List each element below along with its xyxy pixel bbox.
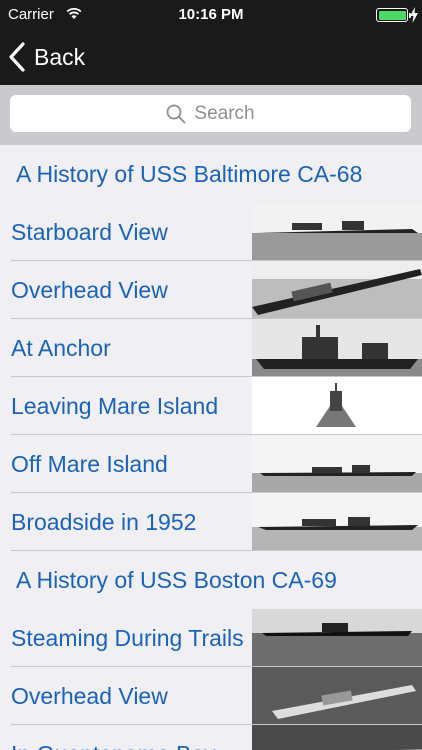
back-label: Back: [34, 43, 86, 70]
battery-level: [378, 10, 406, 20]
list-item[interactable]: Overhead View: [0, 261, 422, 319]
row-label: Starboard View: [11, 219, 168, 245]
ship-thumbnail: [252, 667, 422, 725]
chevron-left-icon: [9, 42, 25, 72]
back-button[interactable]: Back: [8, 38, 85, 76]
ship-thumbnail: [252, 377, 422, 435]
section-header-baltimore: A History of USS Baltimore CA-68: [0, 145, 422, 203]
status-bar: Carrier 10:16 PM: [0, 0, 422, 30]
row-label: Overhead View: [11, 683, 168, 709]
list-item[interactable]: Broadside in 1952: [0, 493, 422, 551]
list-item[interactable]: Off Mare Island: [0, 435, 422, 493]
battery-icon: [376, 8, 411, 22]
charging-bolt-icon: [410, 7, 418, 23]
clock: 10:16 PM: [178, 6, 244, 23]
ship-thumbnail: [252, 725, 422, 750]
row-label: At Anchor: [11, 335, 111, 361]
row-label: Steaming During Trails: [11, 625, 244, 651]
ship-thumbnail: [252, 203, 422, 261]
ship-thumbnail: [252, 493, 422, 551]
list-item[interactable]: In Guantanamo Bay: [0, 725, 422, 750]
ship-thumbnail: [252, 261, 422, 319]
ship-thumbnail: [252, 319, 422, 377]
row-label: In Guantanamo Bay: [11, 725, 216, 750]
ship-thumbnail: [252, 609, 422, 667]
row-separator: [11, 550, 422, 551]
row-label: Off Mare Island: [11, 451, 168, 477]
ship-thumbnail: [252, 435, 422, 493]
section-header-boston: A History of USS Boston CA-69: [0, 551, 422, 609]
row-label: Overhead View: [11, 277, 168, 303]
list-item[interactable]: Leaving Mare Island: [0, 377, 422, 435]
row-label: Broadside in 1952: [11, 509, 197, 535]
row-label: Leaving Mare Island: [11, 393, 219, 419]
ship-list: A History of USS Baltimore CA-68 Starboa…: [0, 145, 422, 750]
list-item[interactable]: Starboard View: [0, 203, 422, 261]
search-bar: Search: [0, 85, 422, 145]
list-item[interactable]: Steaming During Trails: [0, 609, 422, 667]
list-item[interactable]: At Anchor: [0, 319, 422, 377]
list-item[interactable]: Overhead View: [0, 667, 422, 725]
search-placeholder: Search: [194, 102, 255, 124]
navigation-bar: Back: [0, 30, 422, 85]
search-input[interactable]: Search: [10, 95, 411, 132]
search-icon: [166, 104, 186, 123]
